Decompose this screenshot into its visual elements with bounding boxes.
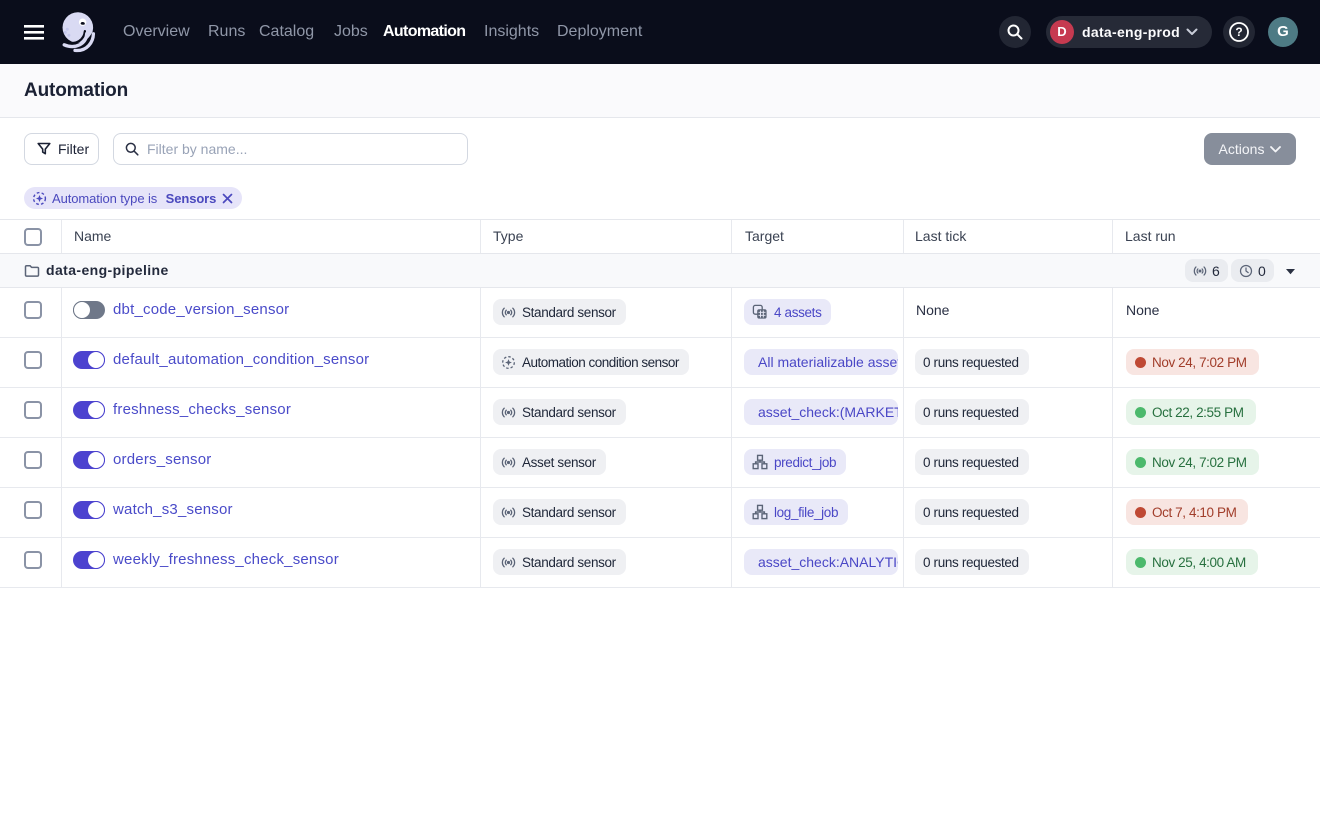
svg-text:?: ? bbox=[1235, 25, 1242, 39]
